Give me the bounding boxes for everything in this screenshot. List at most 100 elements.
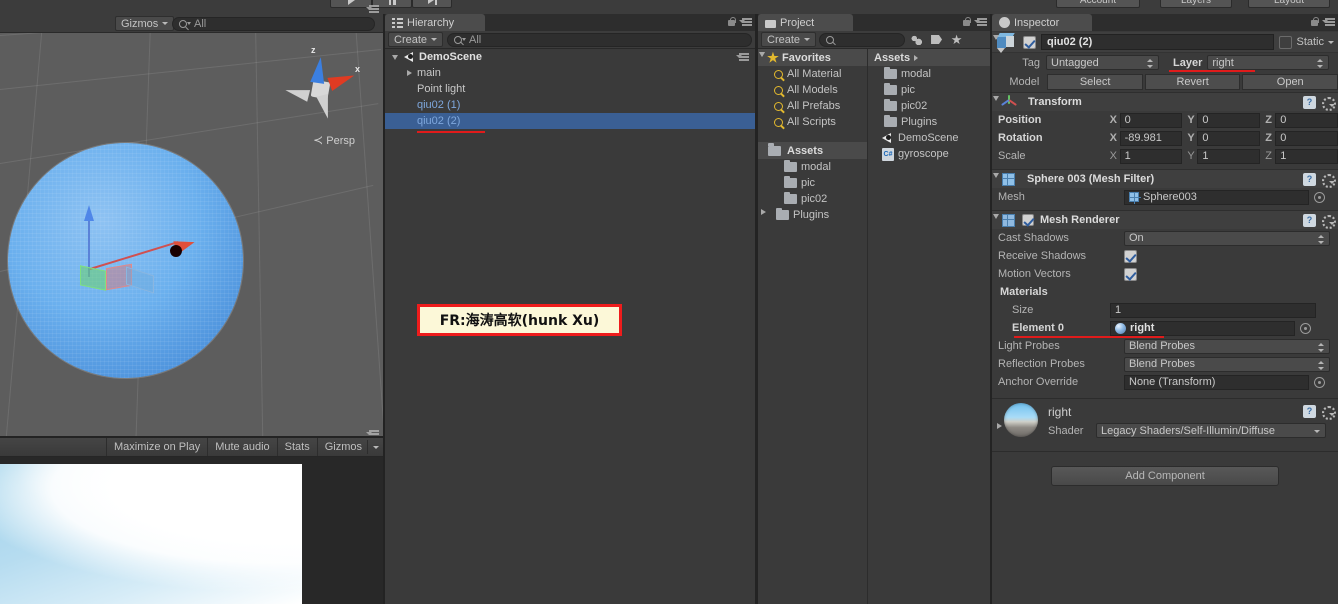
panel-menu-icon[interactable] xyxy=(739,17,752,26)
gear-icon[interactable] xyxy=(1321,405,1336,420)
favorite-item-all-models[interactable]: All Models xyxy=(758,82,867,98)
element0-picker-button[interactable] xyxy=(1300,322,1311,334)
project-assets-header[interactable]: Assets xyxy=(758,142,867,159)
scene-view-canvas[interactable]: z x ≺ Persp xyxy=(0,33,383,438)
project-lock-menu[interactable] xyxy=(962,16,987,27)
chevron-down-icon[interactable] xyxy=(391,52,401,62)
add-component-button[interactable]: Add Component xyxy=(1051,466,1279,486)
move-gizmo[interactable] xyxy=(60,205,210,294)
layer-dropdown[interactable]: right xyxy=(1207,55,1330,70)
scale-y-field[interactable]: 1 xyxy=(1197,148,1261,164)
light-probes-dropdown[interactable]: Blend Probes xyxy=(1124,338,1330,354)
scene-view-menu[interactable] xyxy=(366,4,379,13)
dock-divider[interactable] xyxy=(0,436,383,438)
list-item[interactable]: main xyxy=(385,65,755,81)
game-view-canvas[interactable] xyxy=(0,457,383,604)
help-icon[interactable]: ? xyxy=(1303,96,1316,109)
tree-item-pic[interactable]: pic xyxy=(758,175,867,191)
reflection-probes-dropdown[interactable]: Blend Probes xyxy=(1124,356,1330,372)
static-checkbox[interactable] xyxy=(1279,35,1293,49)
model-revert-button[interactable]: Revert xyxy=(1144,74,1241,90)
layers-button[interactable]: Layers xyxy=(1160,0,1232,8)
hierarchy-search-input[interactable]: All xyxy=(447,32,752,47)
mesh-renderer-enabled-checkbox[interactable] xyxy=(1022,214,1034,226)
position-y-field[interactable]: 0 xyxy=(1197,112,1261,128)
mute-audio-button[interactable]: Mute audio xyxy=(207,438,276,456)
favorite-item-all-material[interactable]: All Material xyxy=(758,66,867,82)
tab-project[interactable]: Project xyxy=(758,14,853,31)
position-x-field[interactable]: 0 xyxy=(1119,112,1183,128)
model-open-button[interactable]: Open xyxy=(1242,74,1338,90)
scene-orientation-gizmo[interactable]: z x xyxy=(283,45,360,125)
help-icon[interactable]: ? xyxy=(1303,214,1316,227)
scale-z-field[interactable]: 1 xyxy=(1275,148,1338,164)
scene-projection-label[interactable]: ≺ Persp xyxy=(313,133,355,147)
project-favorites-header[interactable]: ★ Favorites xyxy=(758,49,867,66)
filter-by-label-button[interactable] xyxy=(928,32,945,47)
shader-dropdown[interactable]: Legacy Shaders/Self-Illumin/Diffuse xyxy=(1096,423,1326,438)
motion-vectors-checkbox[interactable] xyxy=(1124,267,1137,281)
gear-icon[interactable] xyxy=(1321,96,1336,111)
favorite-item-all-scripts[interactable]: All Scripts xyxy=(758,114,867,130)
lock-icon[interactable] xyxy=(962,16,971,27)
help-icon[interactable]: ? xyxy=(1303,173,1316,186)
scale-x-field[interactable]: 1 xyxy=(1119,148,1183,164)
tree-item-pic02[interactable]: pic02 xyxy=(758,191,867,207)
rotation-x-field[interactable]: -89.981 xyxy=(1119,130,1183,146)
chevron-right-icon[interactable] xyxy=(404,68,414,78)
hierarchy-item-qiu02-2[interactable]: qiu02 (2) xyxy=(385,113,755,129)
rotation-z-field[interactable]: 0 xyxy=(1275,130,1338,146)
hierarchy-scene-row[interactable]: DemoScene xyxy=(385,49,755,65)
scene-gizmos-button[interactable]: Gizmos xyxy=(115,16,175,31)
tag-dropdown[interactable]: Untagged xyxy=(1046,55,1159,70)
step-button[interactable] xyxy=(412,0,452,8)
project-search-input[interactable] xyxy=(819,32,906,47)
account-button[interactable]: Account xyxy=(1056,0,1140,8)
gear-icon[interactable] xyxy=(1321,214,1336,229)
anchor-override-picker-button[interactable] xyxy=(1314,376,1325,388)
position-z-field[interactable]: 0 xyxy=(1275,112,1338,128)
lock-icon[interactable] xyxy=(1310,16,1319,27)
gear-icon[interactable] xyxy=(1321,173,1336,188)
asset-item-modal[interactable]: modal xyxy=(868,66,990,82)
object-active-checkbox[interactable] xyxy=(1023,35,1036,49)
project-contents-column[interactable]: Assets modal pic pic02 Plugins DemoScene… xyxy=(868,49,990,604)
mesh-renderer-component-header[interactable]: Mesh Renderer ? xyxy=(992,210,1338,229)
material-preview-thumbnail[interactable] xyxy=(1004,403,1038,437)
lock-icon[interactable] xyxy=(727,16,736,27)
hierarchy-create-button[interactable]: Create xyxy=(388,32,444,47)
asset-item-demoscene[interactable]: DemoScene xyxy=(868,130,990,146)
stats-button[interactable]: Stats xyxy=(276,438,317,456)
mesh-filter-component-header[interactable]: Sphere 003 (Mesh Filter) ? xyxy=(992,169,1338,188)
project-tree-column[interactable]: ★ Favorites All Material All Models All … xyxy=(758,49,868,604)
receive-shadows-checkbox[interactable] xyxy=(1124,249,1137,263)
dock-divider[interactable] xyxy=(990,14,992,604)
panel-menu-icon[interactable] xyxy=(974,17,987,26)
size-field[interactable]: 1 xyxy=(1110,302,1316,318)
breadcrumb[interactable]: Assets xyxy=(868,49,990,66)
help-icon[interactable]: ? xyxy=(1303,405,1316,418)
tree-item-plugins[interactable]: Plugins xyxy=(758,207,867,223)
tab-hierarchy[interactable]: Hierarchy xyxy=(385,14,485,31)
element0-object-field[interactable]: right xyxy=(1110,320,1295,336)
layout-button[interactable]: Layout xyxy=(1248,0,1330,8)
cast-shadows-dropdown[interactable]: On xyxy=(1124,230,1330,246)
game-gizmos-button[interactable]: Gizmos xyxy=(316,438,383,456)
hierarchy-lock-menu[interactable] xyxy=(727,16,752,27)
object-name-field[interactable]: qiu02 (2) xyxy=(1041,34,1275,50)
prefab-icon[interactable] xyxy=(996,32,1018,53)
panel-menu-icon[interactable] xyxy=(366,4,379,13)
favorite-button[interactable]: ★ xyxy=(948,32,965,47)
scene-context-menu-icon[interactable] xyxy=(736,52,749,61)
favorite-item-all-prefabs[interactable]: All Prefabs xyxy=(758,98,867,114)
anchor-override-field[interactable]: None (Transform) xyxy=(1124,374,1309,390)
asset-item-pic02[interactable]: pic02 xyxy=(868,98,990,114)
chevron-down-icon[interactable] xyxy=(1328,40,1334,44)
panel-menu-icon[interactable] xyxy=(1322,17,1335,26)
materials-foldout-row[interactable]: Materials xyxy=(992,283,1338,301)
rotation-y-field[interactable]: 0 xyxy=(1197,130,1261,146)
dock-divider[interactable] xyxy=(755,14,758,604)
maximize-on-play-button[interactable]: Maximize on Play xyxy=(106,438,207,456)
static-toggle[interactable]: Static xyxy=(1279,35,1334,49)
mesh-picker-button[interactable] xyxy=(1314,191,1325,203)
